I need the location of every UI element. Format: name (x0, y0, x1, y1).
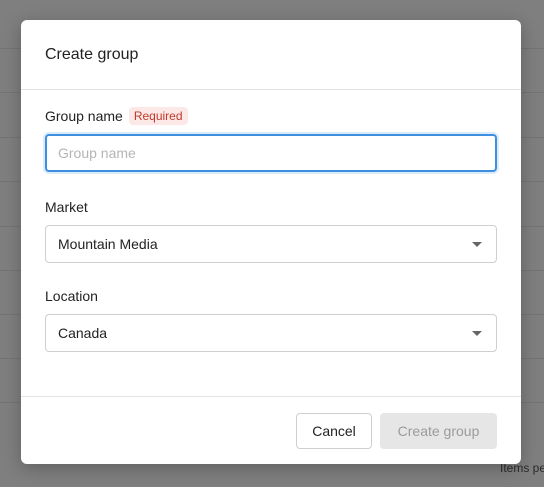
group-name-label: Group name (45, 108, 123, 124)
chevron-down-icon (472, 241, 482, 247)
market-label: Market (45, 199, 88, 215)
market-select[interactable]: Mountain Media (45, 225, 497, 263)
required-badge: Required (128, 107, 188, 125)
market-selected-value: Mountain Media (58, 236, 158, 252)
create-group-dialog: Create group Group name Required Market … (21, 20, 521, 464)
group-name-field: Group name Required (45, 106, 497, 172)
location-field: Location Canada (45, 286, 497, 352)
cancel-button[interactable]: Cancel (296, 412, 372, 449)
location-selected-value: Canada (58, 325, 108, 341)
group-name-label-row: Group name Required (45, 106, 497, 126)
group-name-input[interactable] (45, 134, 497, 172)
market-field: Market Mountain Media (45, 197, 497, 263)
location-select[interactable]: Canada (45, 314, 497, 352)
chevron-down-icon (472, 330, 482, 336)
dialog-header: Create group (21, 20, 521, 90)
dialog-footer: Cancel Create group (21, 396, 521, 464)
dialog-title: Create group (45, 45, 139, 63)
location-label: Location (45, 288, 98, 304)
create-group-button[interactable]: Create group (380, 412, 497, 449)
